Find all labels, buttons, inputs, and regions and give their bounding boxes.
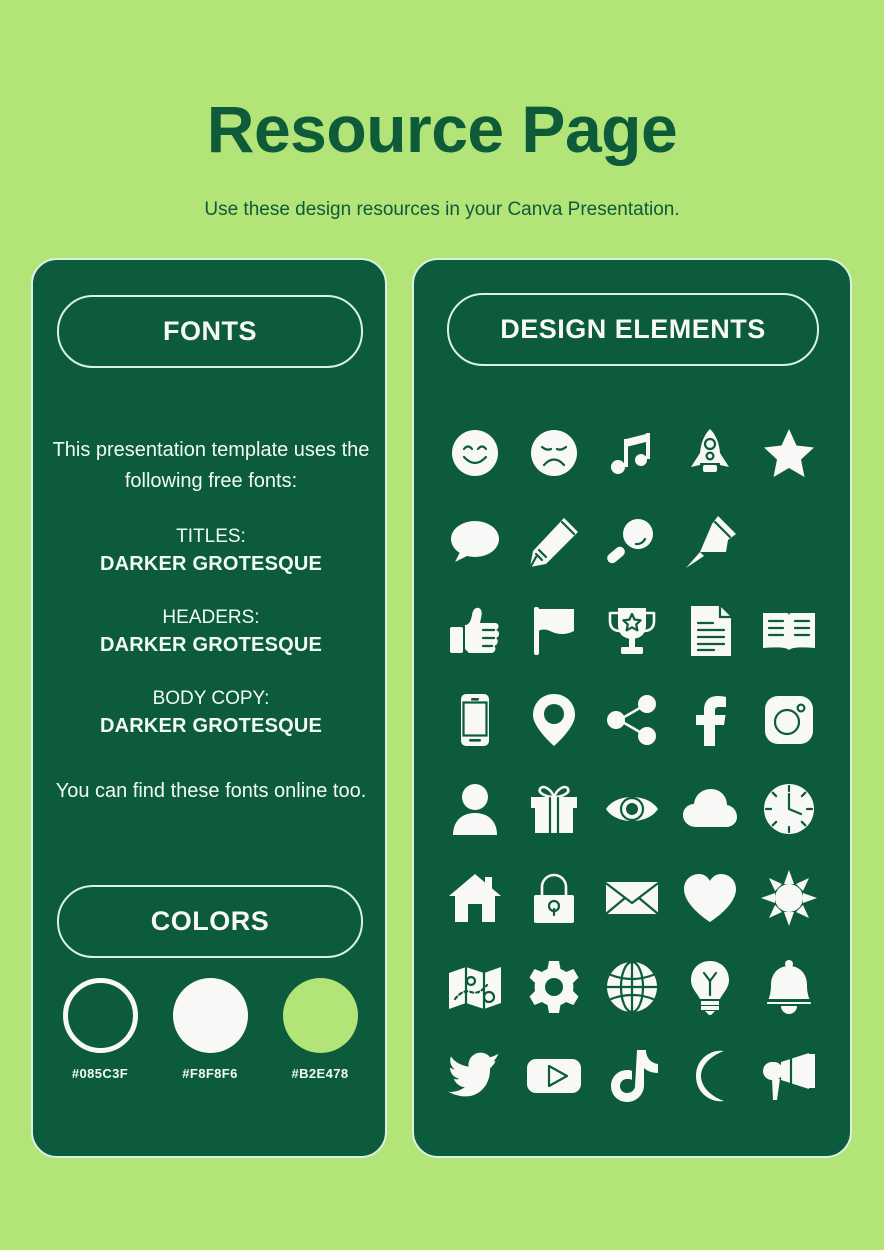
magnifying-glass-icon[interactable]	[604, 514, 660, 570]
globe-icon[interactable]	[604, 959, 660, 1015]
facebook-icon[interactable]	[682, 692, 738, 748]
font-group-body-copy: BODY COPY: DARKER GROTESQUE	[51, 685, 371, 740]
color-swatch-row: #085C3F #F8F8F6 #B2E478	[57, 978, 363, 1081]
rocket-icon[interactable]	[682, 425, 738, 481]
color-swatch-dot	[282, 978, 358, 1053]
envelope-icon[interactable]	[604, 870, 660, 926]
sad-face-icon[interactable]	[526, 425, 582, 481]
design-elements-label: DESIGN ELEMENTS	[500, 314, 766, 344]
youtube-icon[interactable]	[526, 1048, 582, 1104]
font-group-headers: HEADERS: DARKER GROTESQUE	[51, 604, 371, 659]
eye-icon[interactable]	[604, 781, 660, 837]
fonts-section-label: FONTS	[163, 316, 257, 346]
color-swatch-item[interactable]: #F8F8F6	[167, 978, 253, 1081]
map-icon[interactable]	[447, 959, 503, 1015]
pencil-icon[interactable]	[526, 514, 582, 570]
colors-section-label: COLORS	[150, 906, 270, 936]
font-role-label: BODY COPY:	[152, 688, 270, 709]
color-swatch-item[interactable]: #085C3F	[57, 978, 143, 1081]
padlock-icon[interactable]	[526, 870, 582, 926]
color-swatch-dot	[62, 978, 138, 1053]
document-icon[interactable]	[682, 603, 738, 659]
open-book-icon[interactable]	[761, 603, 817, 659]
speech-bubble-icon[interactable]	[447, 514, 503, 570]
megaphone-icon[interactable]	[761, 1048, 817, 1104]
color-swatch-item[interactable]: #B2E478	[277, 978, 363, 1081]
fonts-outro-text: You can find these fonts online too.	[55, 780, 367, 802]
page-title: Resource Page	[206, 92, 678, 166]
share-icon[interactable]	[604, 692, 660, 748]
gift-icon[interactable]	[526, 781, 582, 837]
smartphone-icon[interactable]	[447, 692, 503, 748]
font-name-label: DARKER GROTESQUE	[99, 634, 323, 656]
font-name-label: DARKER GROTESQUE	[99, 553, 323, 575]
color-hex-label: #085C3F	[71, 1066, 129, 1081]
sun-icon[interactable]	[760, 869, 817, 926]
twitter-icon[interactable]	[447, 1048, 503, 1104]
home-icon[interactable]	[447, 870, 503, 926]
location-pin-icon[interactable]	[526, 692, 582, 748]
instagram-icon[interactable]	[761, 692, 817, 748]
design-elements-panel: DESIGN ELEMENTS	[412, 258, 852, 1158]
person-icon[interactable]	[447, 781, 503, 837]
music-note-icon[interactable]	[604, 425, 660, 481]
fonts-description-block: This presentation template uses the foll…	[51, 435, 371, 807]
lightbulb-icon[interactable]	[682, 959, 738, 1015]
icon-grid-empty-slot	[761, 514, 817, 570]
colors-section-header: COLORS	[57, 885, 363, 958]
gear-icon[interactable]	[526, 959, 582, 1015]
cloud-icon[interactable]	[682, 781, 738, 837]
trophy-icon[interactable]	[604, 603, 660, 659]
clock-icon[interactable]	[761, 781, 817, 837]
fonts-intro-text: This presentation template uses the foll…	[52, 439, 370, 492]
color-hex-label: #F8F8F6	[182, 1066, 238, 1081]
design-elements-header: DESIGN ELEMENTS	[447, 293, 819, 366]
font-name-label: DARKER GROTESQUE	[99, 715, 323, 737]
font-role-label: HEADERS:	[162, 607, 260, 628]
fonts-section-header: FONTS	[57, 295, 363, 368]
star-icon[interactable]	[761, 425, 817, 481]
font-role-label: TITLES:	[176, 526, 246, 547]
heart-icon[interactable]	[682, 870, 738, 926]
pushpin-icon[interactable]	[682, 514, 738, 570]
smiley-face-icon[interactable]	[447, 425, 503, 481]
font-group-titles: TITLES: DARKER GROTESQUE	[51, 523, 371, 578]
design-elements-grid	[436, 408, 828, 1120]
moon-icon[interactable]	[682, 1048, 738, 1104]
fonts-panel: FONTS This presentation template uses th…	[31, 258, 387, 1158]
flag-icon[interactable]	[526, 603, 582, 659]
page-subtitle: Use these design resources in your Canva…	[204, 199, 680, 220]
color-swatch-dot	[172, 978, 248, 1053]
thumbs-up-icon[interactable]	[447, 603, 503, 659]
bell-icon[interactable]	[761, 959, 817, 1015]
color-hex-label: #B2E478	[291, 1066, 349, 1081]
tiktok-icon[interactable]	[604, 1048, 660, 1104]
